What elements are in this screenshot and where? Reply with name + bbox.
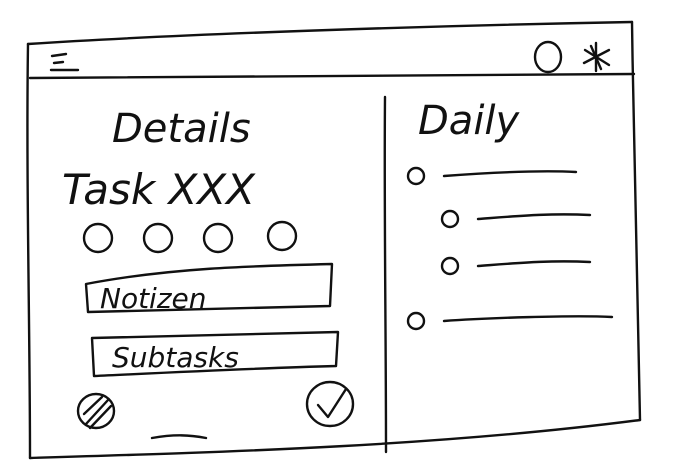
rating-circle[interactable] [142,222,174,254]
pencil-icon[interactable] [76,392,116,430]
rating-group [82,220,298,254]
daily-list-item[interactable] [406,166,578,186]
notes-label: Notizen [100,282,207,315]
rating-circle[interactable] [266,220,298,252]
sketch-screen: Details Task XXX Notizen Subtasks Daily [0,0,690,473]
stray-stroke [150,434,208,440]
rating-circle[interactable] [202,222,234,254]
task-title: Task XXX [62,165,256,214]
details-title: Details [112,106,251,152]
daily-list [406,166,614,331]
daily-list-item[interactable] [440,209,592,229]
notes-button[interactable]: Notizen [84,262,334,315]
checkmark-icon[interactable] [305,380,355,428]
daily-item-line [442,170,578,178]
circle-icon[interactable] [533,40,563,74]
daily-item-checkbox[interactable] [440,256,460,276]
daily-item-line [476,213,592,221]
window-frame [26,20,642,460]
daily-list-item[interactable] [406,311,614,331]
daily-item-checkbox[interactable] [440,209,460,229]
daily-item-checkbox[interactable] [406,311,426,331]
hamburger-menu-icon[interactable] [49,52,80,72]
daily-title: Daily [418,98,521,144]
daily-list-item[interactable] [440,256,592,276]
subtasks-button[interactable]: Subtasks [90,330,340,378]
rating-circle[interactable] [82,222,114,254]
daily-item-line [442,315,614,323]
daily-item-line [476,260,592,268]
subtasks-label: Subtasks [112,341,239,374]
wireframe-canvas: Details Task XXX Notizen Subtasks Daily [26,20,642,460]
daily-item-checkbox[interactable] [406,166,426,186]
asterisk-icon[interactable] [582,41,611,73]
